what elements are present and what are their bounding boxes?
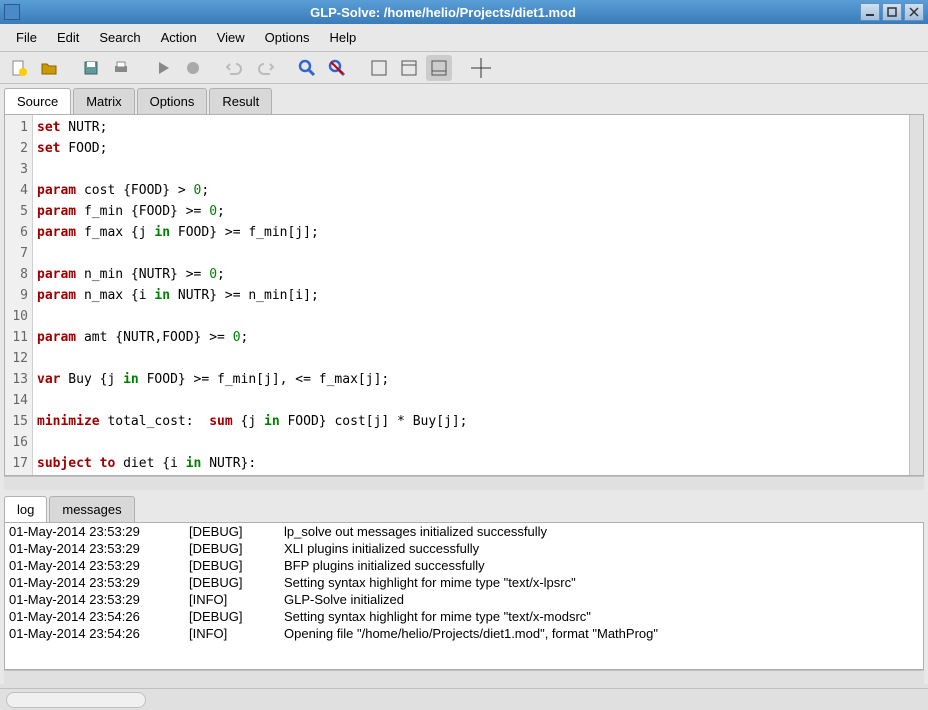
statusbar	[0, 688, 928, 710]
tab-matrix[interactable]: Matrix	[73, 88, 134, 114]
close-button[interactable]	[904, 3, 924, 21]
menu-view[interactable]: View	[207, 26, 255, 49]
toolbar	[0, 52, 928, 84]
app-icon	[4, 4, 20, 20]
titlebar: GLP-Solve: /home/helio/Projects/diet1.mo…	[0, 0, 928, 24]
menu-help[interactable]: Help	[319, 26, 366, 49]
maximize-button[interactable]	[882, 3, 902, 21]
panel1-icon[interactable]	[366, 55, 392, 81]
code-area[interactable]: set NUTR;set FOOD; param cost {FOOD} > 0…	[33, 115, 909, 475]
log-row: 01-May-2014 23:54:26[DEBUG]Setting synta…	[5, 608, 923, 625]
menu-search[interactable]: Search	[89, 26, 150, 49]
tab-options[interactable]: Options	[137, 88, 208, 114]
print-icon[interactable]	[108, 55, 134, 81]
main-area: Source Matrix Options Result 12345678910…	[0, 84, 928, 684]
menu-edit[interactable]: Edit	[47, 26, 89, 49]
line-gutter: 1234567891011121314151617	[5, 115, 33, 475]
editor-hscrollbar[interactable]	[4, 476, 924, 490]
editor-vscrollbar[interactable]	[909, 115, 923, 475]
run-icon[interactable]	[150, 55, 176, 81]
log-panel[interactable]: 01-May-2014 23:53:29[DEBUG]lp_solve out …	[4, 522, 924, 670]
status-progress	[6, 692, 146, 708]
log-row: 01-May-2014 23:54:26[INFO]Opening file "…	[5, 625, 923, 642]
panel3-icon[interactable]	[426, 55, 452, 81]
log-row: 01-May-2014 23:53:29[DEBUG]Setting synta…	[5, 574, 923, 591]
editor-tabs: Source Matrix Options Result	[0, 84, 928, 114]
find-icon[interactable]	[294, 55, 320, 81]
undo-icon[interactable]	[222, 55, 248, 81]
tab-result[interactable]: Result	[209, 88, 272, 114]
menu-options[interactable]: Options	[255, 26, 320, 49]
open-file-icon[interactable]	[36, 55, 62, 81]
minimize-button[interactable]	[860, 3, 880, 21]
menubar: File Edit Search Action View Options Hel…	[0, 24, 928, 52]
log-row: 01-May-2014 23:53:29[INFO]GLP-Solve init…	[5, 591, 923, 608]
redo-icon[interactable]	[252, 55, 278, 81]
tab-messages[interactable]: messages	[49, 496, 134, 522]
crosshair-icon[interactable]	[468, 55, 494, 81]
log-hscrollbar[interactable]	[4, 670, 924, 684]
menu-action[interactable]: Action	[151, 26, 207, 49]
panel2-icon[interactable]	[396, 55, 422, 81]
menu-file[interactable]: File	[6, 26, 47, 49]
new-file-icon[interactable]	[6, 55, 32, 81]
window-title: GLP-Solve: /home/helio/Projects/diet1.mo…	[26, 5, 860, 20]
tab-log[interactable]: log	[4, 496, 47, 522]
bottom-tabs: log messages	[0, 490, 928, 522]
log-row: 01-May-2014 23:53:29[DEBUG]BFP plugins i…	[5, 557, 923, 574]
editor[interactable]: 1234567891011121314151617 set NUTR;set F…	[4, 114, 924, 476]
stop-icon[interactable]	[180, 55, 206, 81]
log-row: 01-May-2014 23:53:29[DEBUG]lp_solve out …	[5, 523, 923, 540]
find-replace-icon[interactable]	[324, 55, 350, 81]
log-row: 01-May-2014 23:53:29[DEBUG]XLI plugins i…	[5, 540, 923, 557]
save-icon[interactable]	[78, 55, 104, 81]
tab-source[interactable]: Source	[4, 88, 71, 114]
